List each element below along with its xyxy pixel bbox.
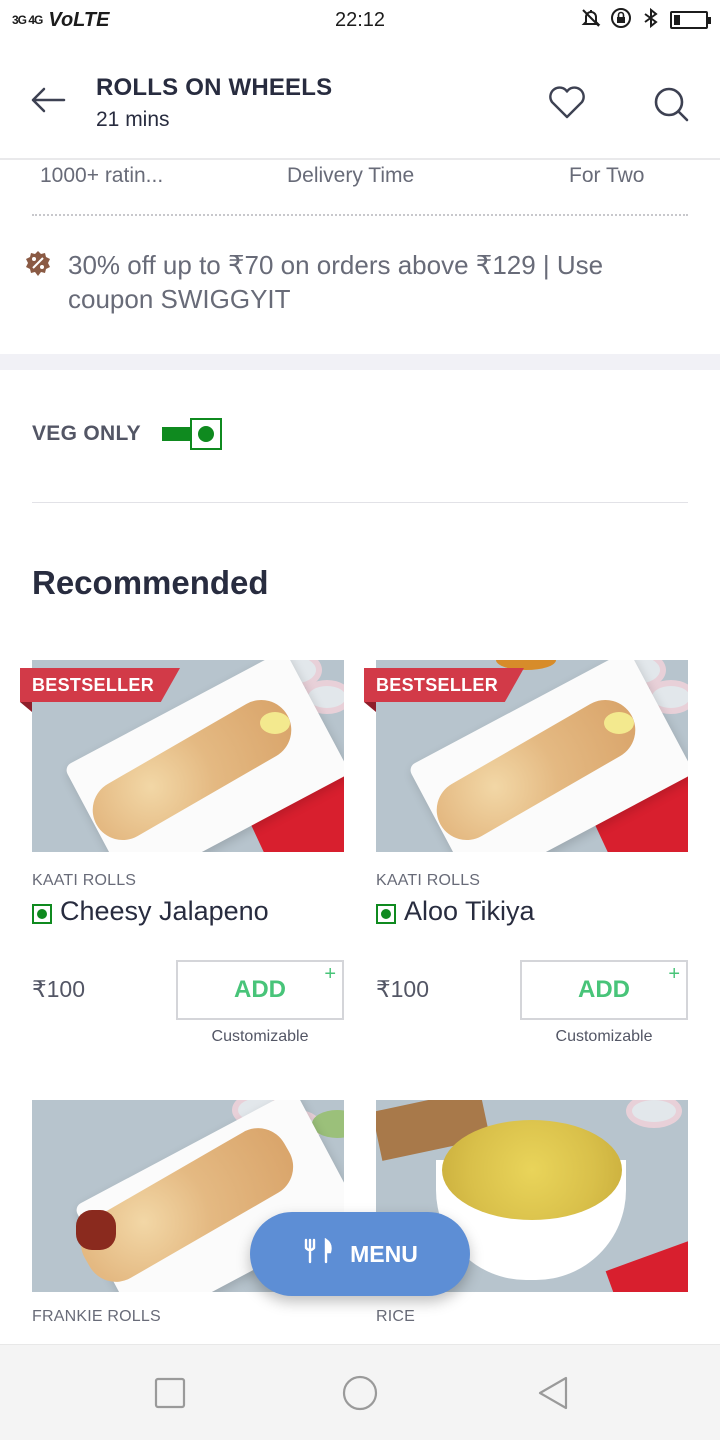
back-arrow-icon[interactable] — [30, 86, 66, 114]
dish-category: KAATI ROLLS — [32, 872, 137, 889]
network-type: VoLTE — [48, 8, 110, 31]
back-nav-icon[interactable] — [536, 1375, 572, 1411]
delivery-time-label: Delivery Time — [287, 164, 415, 187]
veg-indicator-icon — [32, 904, 52, 924]
toggle-knob — [190, 418, 222, 450]
cutlery-icon — [302, 1237, 336, 1270]
dish-name: Cheesy Jalapeno — [60, 896, 269, 926]
add-button[interactable]: ADD + — [176, 960, 344, 1020]
dish-name: Aloo Tikiya — [404, 896, 535, 926]
signal-indicator: 3G 4G — [12, 13, 43, 27]
veg-only-label: VEG ONLY — [32, 422, 141, 445]
restaurant-header: ROLLS ON WHEELS 21 mins — [0, 40, 720, 160]
menu-label: MENU — [350, 1240, 418, 1267]
battery-level — [674, 15, 680, 25]
status-left: 3G 4G VoLTE — [12, 9, 109, 32]
home-icon[interactable] — [342, 1375, 378, 1411]
dish-price: ₹100 — [32, 976, 86, 1002]
status-bar: 3G 4G VoLTE 22:12 — [0, 0, 720, 40]
dish-price: ₹100 — [376, 976, 430, 1002]
section-title-recommended: Recommended — [32, 564, 269, 601]
menu-fab-button[interactable]: MENU — [250, 1212, 470, 1296]
filter-divider — [32, 502, 688, 503]
cost-for-two-label: For Two — [569, 164, 645, 187]
customizable-note: Customizable — [555, 1028, 653, 1045]
restaurant-info-row: 1000+ ratin... Delivery Time For Two — [0, 164, 720, 194]
section-separator — [0, 354, 720, 370]
veg-indicator-icon — [376, 904, 396, 924]
delivery-time: 21 mins — [96, 108, 170, 131]
dish-category: KAATI ROLLS — [376, 872, 481, 889]
recent-apps-icon[interactable] — [152, 1375, 188, 1411]
offer-text: 30% off up to ₹70 on orders above ₹129 |… — [68, 250, 604, 314]
plus-icon: + — [668, 963, 680, 985]
customizable-note: Customizable — [211, 1028, 309, 1045]
search-icon[interactable] — [652, 85, 690, 123]
mute-icon — [580, 7, 602, 34]
battery-icon — [670, 11, 711, 29]
add-label: ADD — [234, 976, 286, 1003]
dish-category: RICE — [376, 1308, 416, 1325]
dotted-divider — [32, 214, 688, 216]
bestseller-badge: BESTSELLER — [364, 668, 525, 702]
favorite-heart-icon[interactable] — [548, 86, 586, 120]
bestseller-badge: BESTSELLER — [20, 668, 181, 702]
add-button[interactable]: ADD + — [520, 960, 688, 1020]
rotation-lock-icon — [610, 7, 632, 34]
add-label: ADD — [578, 976, 630, 1003]
rating-label: 1000+ ratin... — [40, 164, 164, 187]
status-right — [580, 7, 711, 34]
bluetooth-icon — [640, 7, 662, 34]
veg-only-toggle[interactable] — [162, 418, 224, 452]
android-nav-bar — [0, 1344, 720, 1440]
dish-category: FRANKIE ROLLS — [32, 1308, 161, 1325]
offer-badge-icon — [24, 250, 52, 278]
restaurant-name: ROLLS ON WHEELS — [96, 74, 333, 101]
plus-icon: + — [324, 963, 336, 985]
